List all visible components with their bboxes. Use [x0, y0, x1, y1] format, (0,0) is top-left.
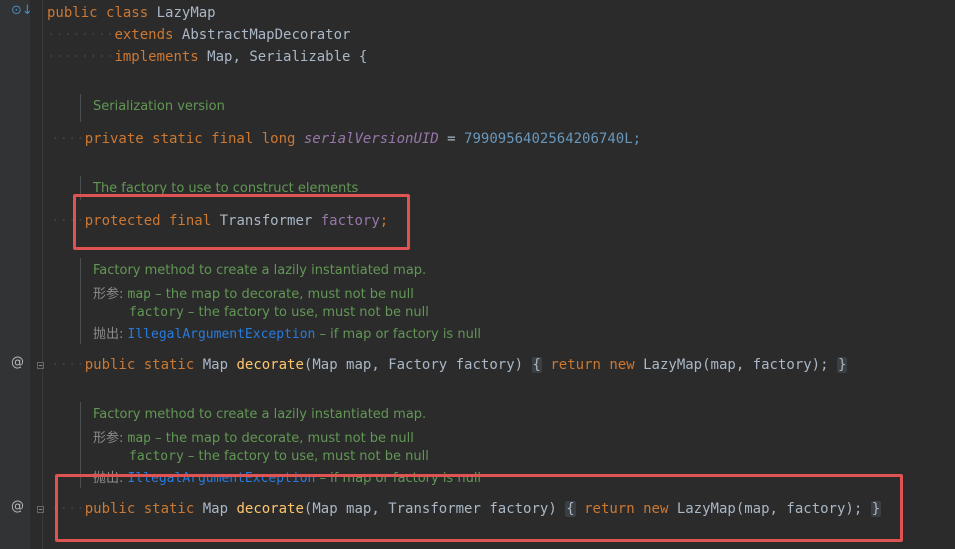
method-params: (Map map, Factory factory) — [303, 357, 524, 373]
doc-comment-serial: Serialization version — [80, 94, 225, 122]
return-type: Map — [202, 357, 229, 373]
keyword-private-static-final-long: private static final long — [84, 131, 296, 147]
keyword-implements: implements — [114, 49, 199, 65]
class-declaration-line[interactable]: public class LazyMap — [47, 3, 216, 23]
implementation-marker-icon[interactable]: ⊙↓ — [11, 3, 33, 18]
keyword-public-static: public static — [84, 357, 195, 373]
fold-gutter — [30, 0, 42, 549]
folded-brace-open[interactable]: { — [531, 357, 542, 373]
param-factory: factory — [129, 305, 184, 320]
params-tag: 形参: — [93, 287, 124, 302]
extends-line[interactable]: ········extends AbstractMapDecorator — [47, 25, 350, 45]
interfaces-list: Map, Serializable { — [207, 49, 368, 65]
fold-toggle-icon-2[interactable] — [37, 506, 44, 513]
param-desc: – the map to decorate, must not be null — [151, 431, 414, 446]
doc-description: Factory method to create a lazily instan… — [93, 407, 427, 422]
keyword-extends: extends — [114, 27, 174, 43]
param-map: map — [127, 287, 152, 302]
param-map: map — [127, 431, 152, 446]
params-tag: 形参: — [93, 431, 124, 446]
override-at-icon-2[interactable]: @ — [11, 499, 24, 514]
keyword-return-new: return new — [550, 357, 635, 373]
fold-toggle-icon[interactable] — [37, 362, 44, 369]
keyword-class: class — [106, 5, 149, 21]
param-desc: – the map to decorate, must not be null — [151, 287, 414, 302]
serial-version-line[interactable]: ····private static final long serialVers… — [51, 129, 641, 149]
superclass-name: AbstractMapDecorator — [181, 27, 351, 43]
field-serialVersionUID: serialVersionUID — [303, 131, 439, 147]
highlight-box-factory-field — [73, 194, 410, 250]
keyword-public: public — [47, 5, 98, 21]
doc-description: Factory method to create a lazily instan… — [93, 263, 427, 278]
line-gutter — [0, 0, 30, 549]
operator: = — [447, 131, 456, 147]
override-at-icon[interactable]: @ — [11, 355, 24, 370]
param-desc: – the factory to use, must not be null — [183, 449, 429, 464]
highlight-box-decorate-transformer — [55, 474, 903, 542]
doc-comment-decorate-factory: Factory method to create a lazily instan… — [80, 258, 481, 344]
param-factory: factory — [129, 449, 184, 464]
throws-desc: – if map or factory is null — [315, 327, 482, 342]
serial-value: 7990956402564206740L; — [464, 131, 642, 147]
throws-tag: 抛出: — [93, 327, 124, 342]
exception-link[interactable]: IllegalArgumentException — [128, 327, 316, 342]
gutter-divider — [42, 0, 43, 549]
class-name: LazyMap — [156, 5, 216, 21]
param-desc: – the factory to use, must not be null — [183, 305, 429, 320]
doc-text: Serialization version — [93, 99, 225, 114]
method-name-decorate: decorate — [236, 357, 304, 373]
decorate-factory-method-line[interactable]: ····public static Map decorate(Map map, … — [51, 355, 848, 375]
method-body: LazyMap(map, factory); — [643, 357, 829, 373]
folded-brace-close[interactable]: } — [836, 357, 848, 373]
implements-line[interactable]: ········implements Map, Serializable { — [47, 47, 367, 67]
